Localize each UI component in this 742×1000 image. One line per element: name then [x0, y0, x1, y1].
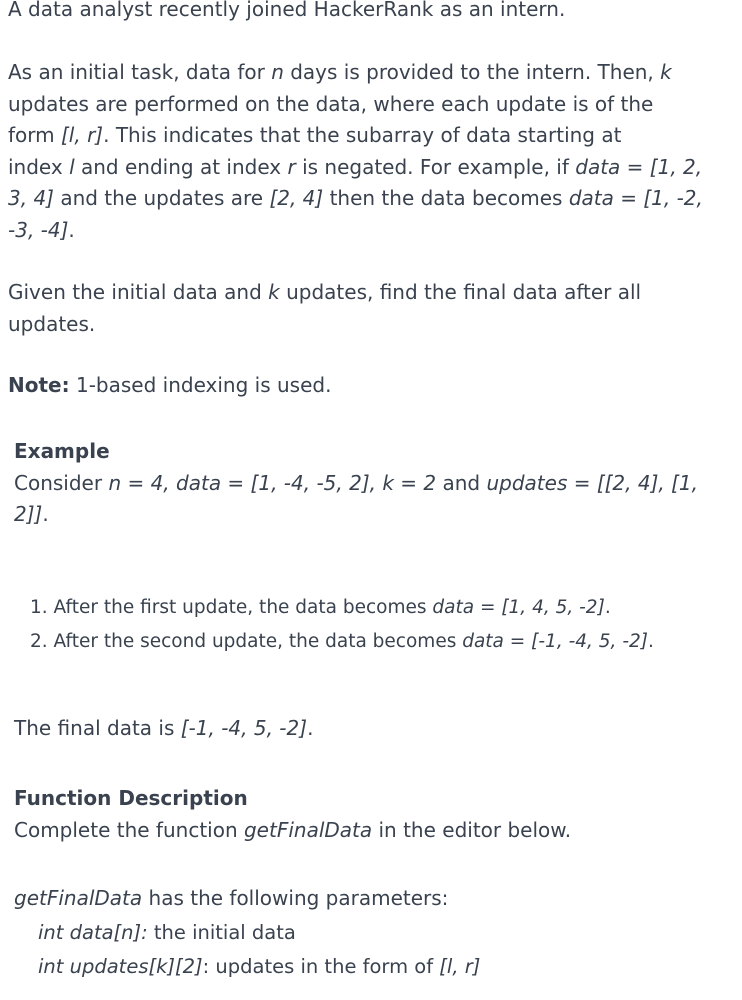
parameter-item: int data[n]: the initial data	[38, 921, 296, 944]
task-paragraph: As an initial task, data for n days is p…	[8, 60, 703, 242]
note-label: Note:	[8, 373, 70, 397]
final-data-paragraph: The final data is [-1, -4, 5, -2].	[14, 716, 314, 740]
function-description-heading: Function Description	[14, 786, 248, 810]
example-section: Example Consider n = 4, data = [1, -4, -…	[14, 436, 714, 531]
parameters-intro: getFinalData has the following parameter…	[14, 886, 449, 910]
example-heading: Example	[14, 439, 110, 463]
parameter-item: int updates[k][2]: updates in the form o…	[38, 955, 481, 978]
problem-statement: A data analyst recently joined HackerRan…	[0, 0, 742, 1000]
intro-paragraph: A data analyst recently joined HackerRan…	[8, 0, 708, 26]
function-description-section: Function Description Complete the functi…	[14, 783, 714, 846]
list-item: 2. After the second update, the data bec…	[30, 631, 654, 652]
note-paragraph: Note: 1-based indexing is used.	[8, 373, 332, 397]
list-item: 1. After the first update, the data beco…	[30, 597, 611, 618]
intro-line: A data analyst recently joined HackerRan…	[8, 0, 566, 21]
given-paragraph: Given the initial data and k updates, fi…	[8, 280, 642, 336]
